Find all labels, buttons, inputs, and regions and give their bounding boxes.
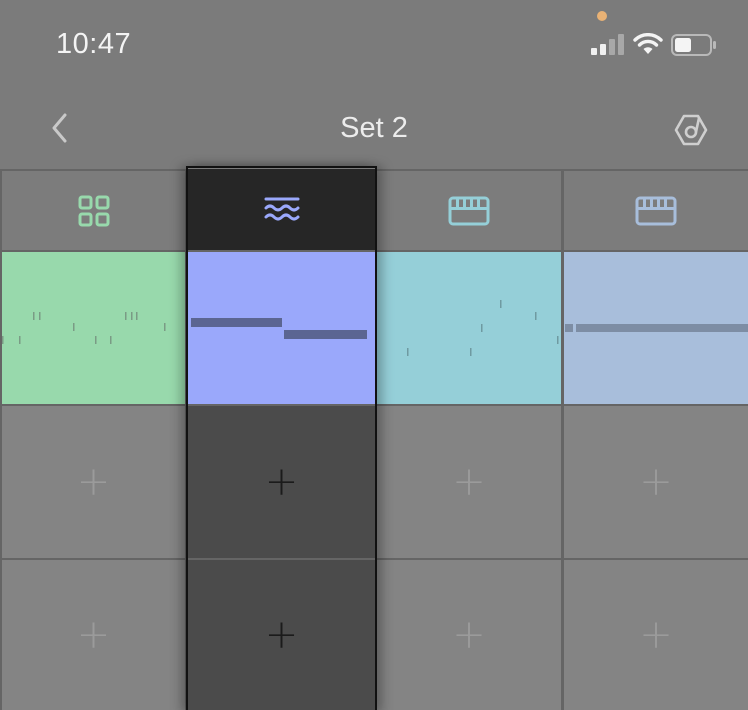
status-bar: 10:47 xyxy=(0,0,748,88)
clip-keys-1[interactable] xyxy=(377,252,561,404)
add-clip-icon: + xyxy=(452,612,486,658)
empty-slot-selected[interactable]: + xyxy=(188,560,375,710)
wave-icon xyxy=(264,197,299,220)
clip-drum-rack[interactable] xyxy=(2,252,185,404)
page-title: Set 2 xyxy=(340,112,408,144)
keyboard-icon xyxy=(635,196,677,225)
empty-slot-selected[interactable]: + xyxy=(188,406,375,558)
clip-keys-2[interactable] xyxy=(564,252,748,404)
add-clip-icon: + xyxy=(264,459,299,505)
battery-icon xyxy=(671,34,716,56)
empty-slot[interactable]: + xyxy=(564,406,748,558)
signal-icon xyxy=(591,34,625,55)
empty-slot[interactable]: + xyxy=(2,406,185,558)
drum-grid-icon xyxy=(78,195,109,226)
session-grid: + + + + + + + + xyxy=(0,166,748,710)
add-clip-icon: + xyxy=(639,612,673,658)
empty-slot[interactable]: + xyxy=(2,560,185,710)
privacy-indicator-dot xyxy=(597,11,607,21)
add-clip-icon: + xyxy=(452,459,486,505)
ableton-link-icon xyxy=(674,114,708,146)
header: Set 2 xyxy=(0,88,748,169)
empty-slot[interactable]: + xyxy=(377,560,561,710)
add-clip-icon: + xyxy=(76,612,111,658)
keyboard-icon xyxy=(448,196,490,225)
track-header-wavetable[interactable] xyxy=(188,169,375,250)
empty-slot[interactable]: + xyxy=(377,406,561,558)
track-header-keys-2[interactable] xyxy=(564,171,748,250)
add-clip-icon: + xyxy=(76,459,111,505)
add-clip-icon: + xyxy=(639,459,673,505)
track-header-drum-rack[interactable] xyxy=(2,171,185,250)
ableton-link-button[interactable] xyxy=(670,110,712,150)
add-clip-icon: + xyxy=(264,612,299,658)
status-time: 10:47 xyxy=(56,28,132,60)
clip-wavetable[interactable] xyxy=(188,252,375,404)
empty-slot[interactable]: + xyxy=(564,560,748,710)
wifi-icon xyxy=(633,33,663,54)
track-header-keys-1[interactable] xyxy=(377,171,561,250)
